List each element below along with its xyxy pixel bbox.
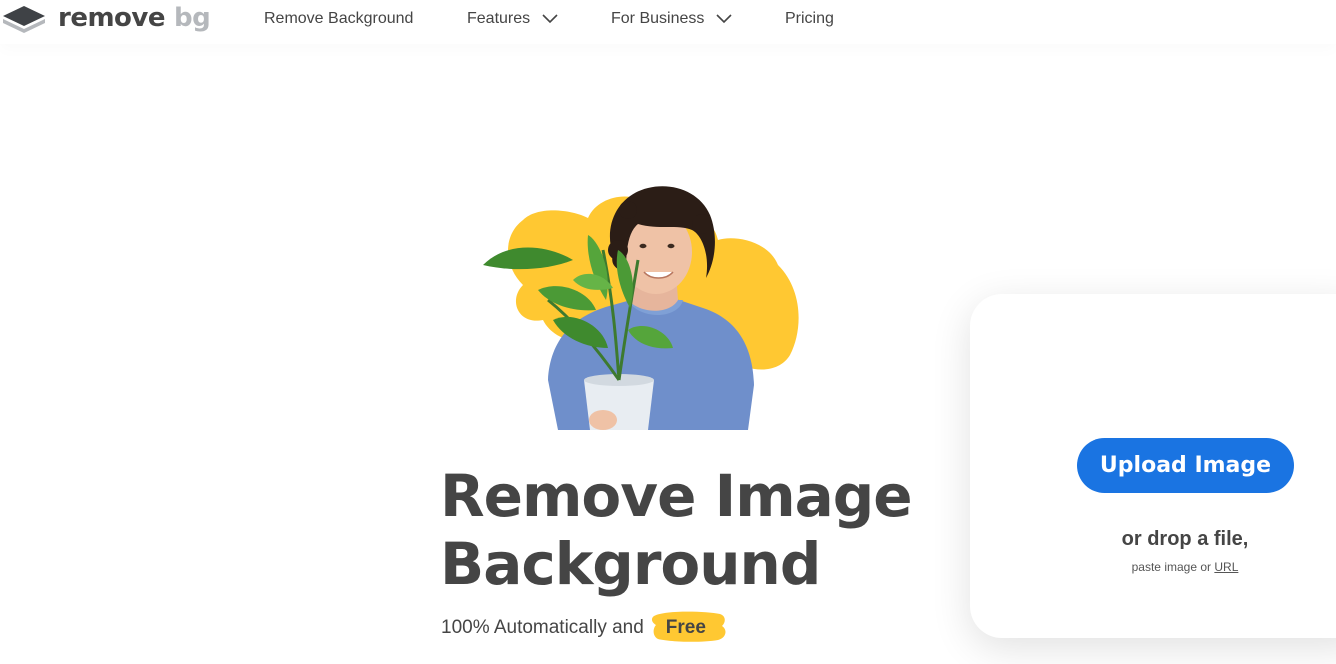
hero-headline: Remove Image Background [440,462,960,598]
chevron-down-icon [716,14,732,24]
subline-text: 100% Automatically and [441,617,644,638]
url-link[interactable]: URL [1214,560,1238,574]
hero-subline: 100% Automatically and Free [441,611,726,642]
nav-pricing-label: Pricing [785,10,834,27]
logo-text-remove: remove [58,3,166,33]
upload-image-button[interactable]: Upload Image [1077,438,1294,493]
free-badge: Free [651,611,726,642]
nav-remove-background-label: Remove Background [264,10,414,27]
nav-for-business-label: For Business [611,10,705,27]
nav-for-business[interactable]: For Business [611,9,732,29]
free-text: Free [665,617,706,638]
hero-illustration [483,186,799,430]
nav-remove-background[interactable]: Remove Background [264,9,413,29]
top-navbar: remove bg Remove Background Features For… [0,0,1336,44]
page: remove bg Remove Background Features For… [0,0,1336,664]
nav-pricing[interactable]: Pricing [785,9,834,29]
paste-url-text: paste image or URL [970,560,1336,574]
logo-icon [3,6,45,33]
chevron-down-icon [542,14,558,24]
paste-prefix-text: paste image or [1131,560,1212,574]
logo-text-bg: bg [174,3,211,33]
nav-features-label: Features [467,10,531,27]
drop-file-text: or drop a file, [1121,528,1249,550]
headline-line-2: Background [440,530,821,598]
upload-card[interactable]: Upload Image or drop a file, paste image… [970,294,1336,638]
headline-line-1: Remove Image [440,462,913,530]
nav-features[interactable]: Features [467,9,558,29]
